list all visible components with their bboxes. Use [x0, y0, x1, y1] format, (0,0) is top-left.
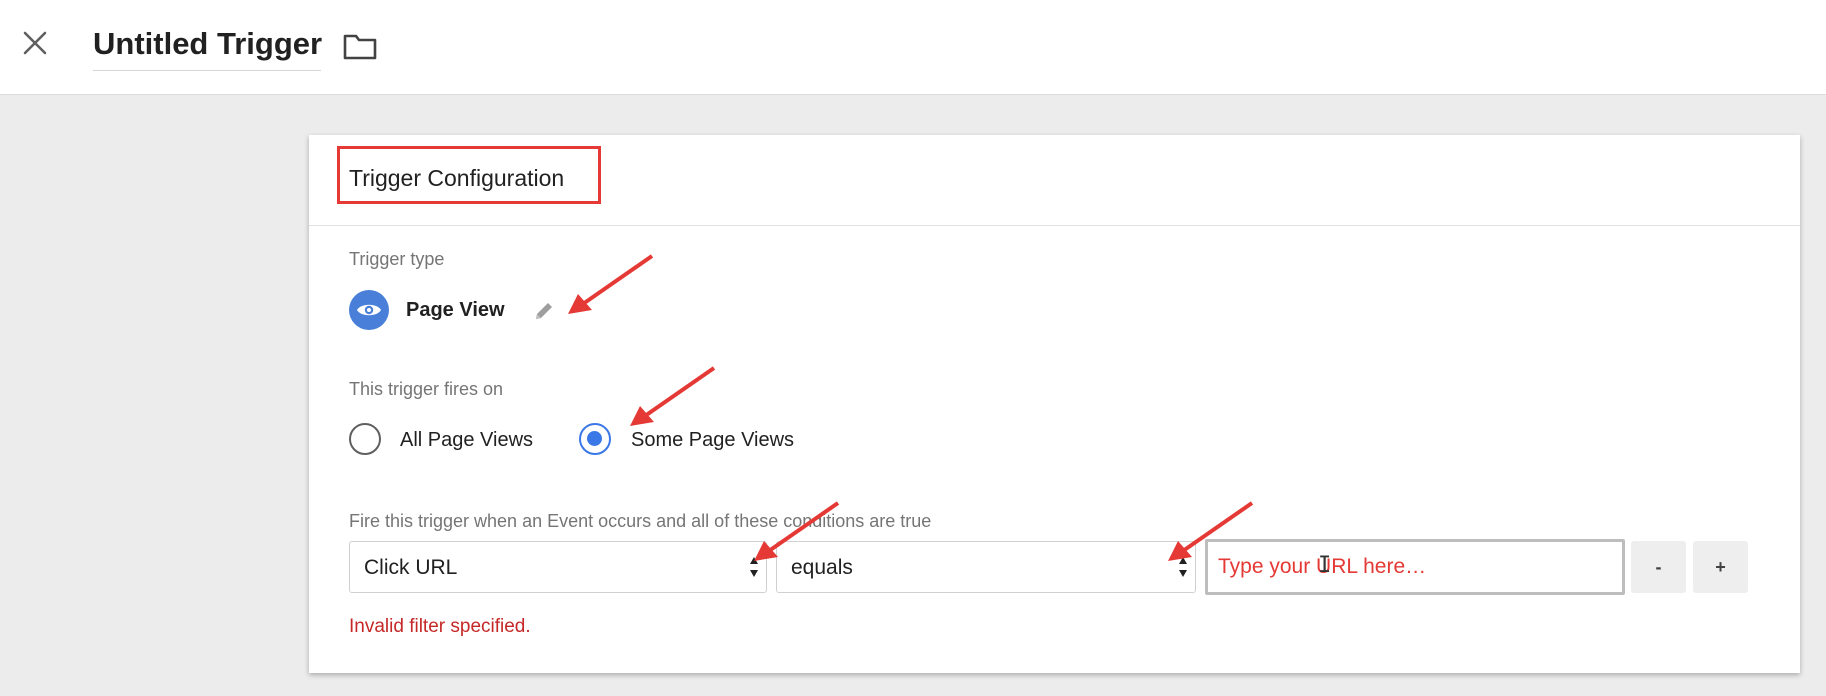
- trigger-type-label: Trigger type: [349, 249, 445, 269]
- close-button[interactable]: [18, 26, 52, 60]
- trigger-type-badge[interactable]: [349, 290, 389, 330]
- trigger-configuration-card: Trigger Configuration Trigger type Page …: [309, 135, 1800, 673]
- text-cursor-icon: I: [1318, 553, 1332, 578]
- annotation-arrow-icon: [568, 254, 654, 314]
- pencil-icon: [536, 303, 552, 319]
- radio-all-page-views-label[interactable]: All Page Views: [400, 429, 533, 452]
- card-header: Trigger Configuration: [309, 135, 1800, 226]
- remove-condition-button[interactable]: -: [1631, 541, 1686, 593]
- radio-some-page-views-label[interactable]: Some Page Views: [631, 429, 794, 452]
- trigger-name: Untitled Trigger: [93, 26, 323, 61]
- card-title: Trigger Configuration: [349, 165, 565, 191]
- error-message: Invalid filter specified.: [349, 616, 531, 637]
- annotation-arrow-icon: [630, 366, 716, 426]
- condition-value-input[interactable]: [1205, 539, 1625, 595]
- add-condition-button[interactable]: +: [1693, 541, 1748, 593]
- variable-select-value: Click URL: [364, 556, 458, 579]
- eye-icon: [357, 304, 381, 316]
- trigger-name-field[interactable]: Untitled Trigger: [93, 24, 323, 71]
- close-icon: [23, 31, 47, 55]
- trigger-editor-header: Untitled Trigger: [0, 0, 1826, 95]
- annotation-arrow-icon: [1168, 501, 1254, 561]
- fires-on-label: This trigger fires on: [349, 379, 504, 399]
- folder-button[interactable]: [342, 30, 378, 62]
- trigger-type-name[interactable]: Page View: [406, 299, 505, 322]
- radio-all-page-views[interactable]: [349, 423, 381, 455]
- radio-some-page-views[interactable]: [579, 423, 611, 455]
- edit-trigger-type-button[interactable]: [532, 299, 556, 323]
- folder-icon: [343, 34, 377, 60]
- variable-select[interactable]: Click URL: [349, 541, 767, 593]
- annotation-arrow-icon: [754, 501, 840, 561]
